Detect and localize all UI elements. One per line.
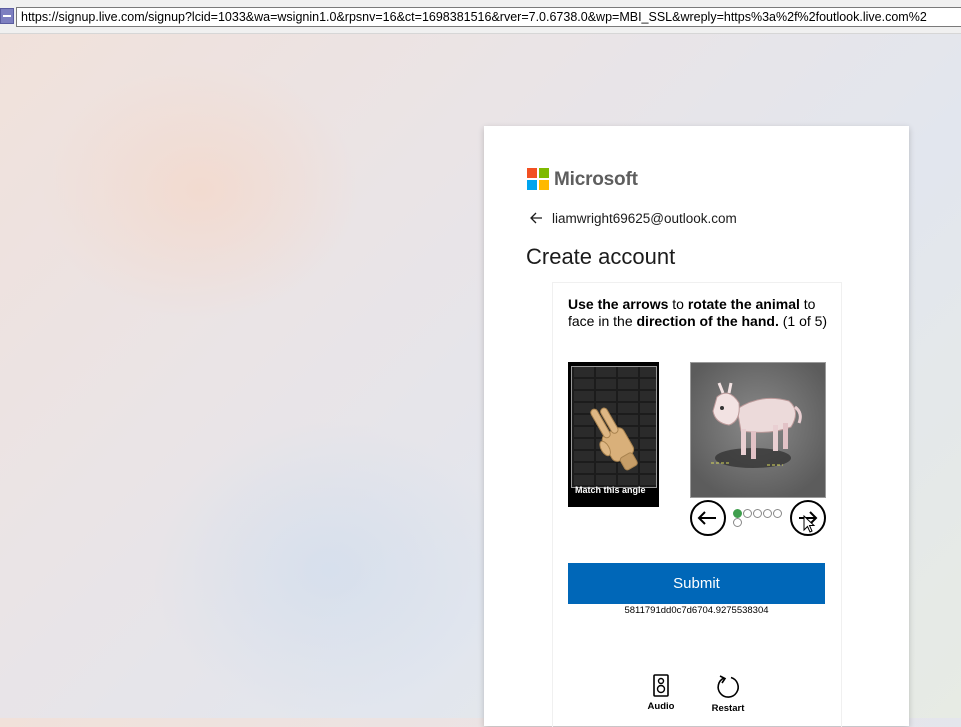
- progress-dot: [763, 509, 772, 518]
- instruction-counter: (1 of 5): [778, 313, 828, 329]
- mouse-cursor-icon: [803, 515, 816, 533]
- progress-dot: [733, 509, 742, 518]
- hand-figure: [571, 366, 657, 488]
- brand-name: Microsoft: [554, 169, 638, 190]
- session-code: 5811791dd0c7d6704.9275538304: [624, 605, 769, 616]
- audio-label: Audio: [647, 701, 675, 712]
- url-field[interactable]: https://signup.live.com/signup?lcid=1033…: [16, 7, 961, 27]
- background-glow-cool: [150, 420, 510, 720]
- progress-dot: [753, 509, 762, 518]
- speaker-icon: [653, 674, 669, 697]
- instruction-text: to: [668, 296, 688, 312]
- rotate-left-button[interactable]: [690, 500, 726, 536]
- microsoft-logo-icon: [527, 168, 549, 190]
- captcha-frame: Use the arrows to rotate the animal to f…: [552, 282, 842, 727]
- restart-label: Restart: [711, 703, 745, 714]
- progress-dot: [773, 509, 782, 518]
- browser-address-bar: https://signup.live.com/signup?lcid=1033…: [0, 0, 961, 34]
- hand-icon: [590, 407, 638, 471]
- instruction-emphasis-rotate: rotate the animal: [687, 296, 800, 312]
- restart-icon: [717, 675, 739, 698]
- progress-dot: [743, 509, 752, 518]
- captcha-instruction: Use the arrows to rotate the animal to f…: [568, 296, 832, 330]
- minimize-icon[interactable]: [0, 8, 14, 24]
- progress-dots: [733, 509, 785, 529]
- audio-challenge-button[interactable]: Audio: [639, 674, 683, 712]
- arrow-left-icon: [530, 212, 542, 224]
- back-button[interactable]: [530, 211, 543, 228]
- instruction-emphasis-arrows: Use the arrows: [568, 296, 669, 312]
- arrow-left-icon: [697, 511, 716, 525]
- progress-dot: [733, 518, 742, 527]
- account-email: liamwright69625@outlook.com: [552, 211, 737, 226]
- submit-button[interactable]: Submit: [568, 563, 825, 604]
- restart-challenge-button[interactable]: Restart: [706, 674, 750, 714]
- animal-figure: [691, 363, 825, 497]
- page-title: Create account: [526, 244, 676, 269]
- reference-label: Match this angle: [575, 485, 646, 495]
- reference-hand-image: Match this angle: [568, 362, 659, 507]
- background-glow-warm: [40, 60, 360, 320]
- rotating-animal-image: [690, 362, 826, 498]
- signup-card: Microsoft liamwright69625@outlook.com Cr…: [484, 126, 909, 727]
- instruction-emphasis-direction: direction of the hand.: [636, 313, 779, 329]
